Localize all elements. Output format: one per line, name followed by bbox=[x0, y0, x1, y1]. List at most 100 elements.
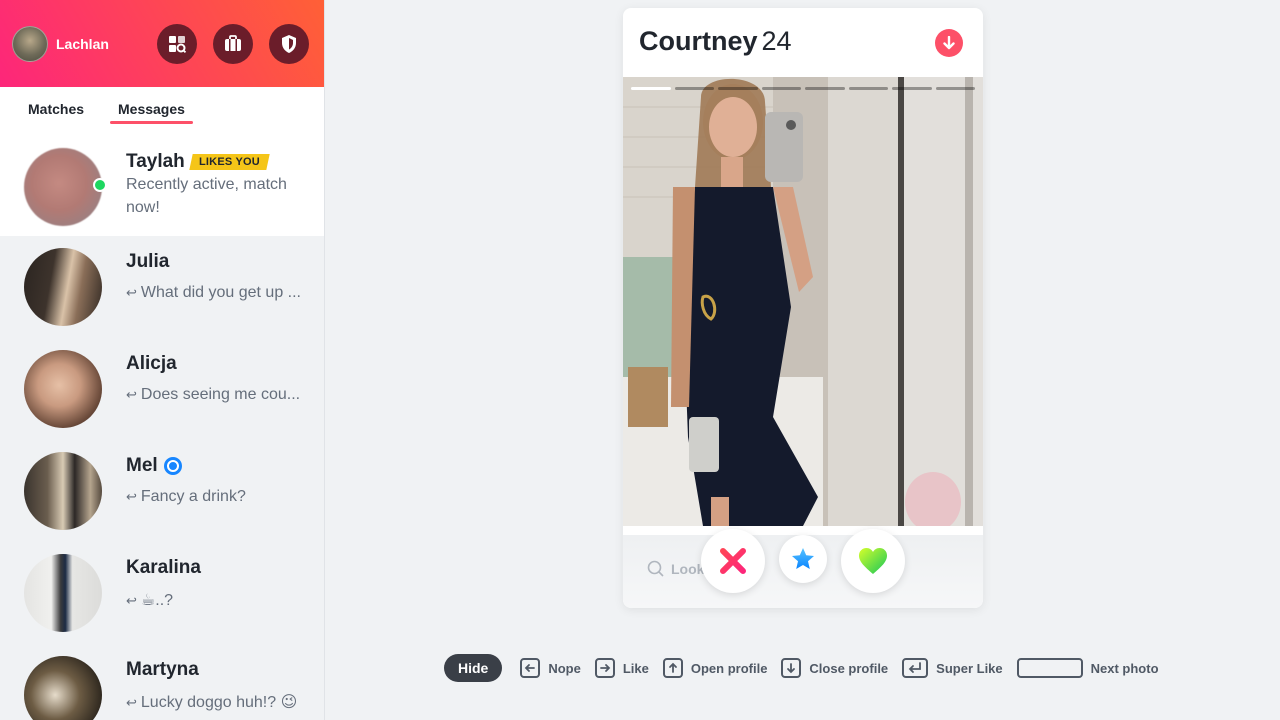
match-name: Karalina bbox=[126, 557, 201, 578]
search-icon bbox=[647, 560, 664, 577]
message-preview-text: What did you get up ... bbox=[140, 284, 301, 301]
keyboard-shortcuts: Hide Nope Like Open profile Close profil… bbox=[444, 654, 1173, 682]
like-button[interactable] bbox=[841, 529, 905, 593]
arrow-right-icon bbox=[594, 658, 615, 678]
message-list: Taylah LIKES YOU Recently active, match … bbox=[0, 136, 324, 720]
sidebar-header: Lachlan bbox=[0, 0, 324, 87]
verified-icon bbox=[163, 457, 182, 475]
message-preview: ↩ Does seeing me cou... bbox=[126, 386, 311, 404]
shortcut-close-profile: Close profile bbox=[781, 658, 888, 678]
message-preview-text: Fancy a drink? bbox=[140, 488, 246, 505]
close-profile-button[interactable] bbox=[935, 29, 963, 57]
tab-bar: Matches Messages bbox=[0, 87, 324, 136]
search-hint[interactable]: Look bbox=[647, 560, 704, 578]
enter-icon bbox=[902, 658, 929, 678]
message-preview: ↩ ☕..? bbox=[126, 590, 311, 610]
shortcut-super-like: Super Like bbox=[902, 658, 1003, 678]
match-name: Mel bbox=[126, 455, 182, 477]
message-preview-text: Lucky doggo huh!? 😉 bbox=[140, 694, 298, 711]
sidebar: Lachlan Matches Messages Taylah LIKES YO… bbox=[0, 0, 325, 720]
nope-button[interactable] bbox=[701, 529, 765, 593]
photo-progress-bar[interactable] bbox=[674, 87, 714, 90]
match-name: Martyna bbox=[126, 659, 199, 680]
shortcut-label: Close profile bbox=[809, 660, 889, 676]
shortcut-like: Like bbox=[594, 658, 649, 678]
user-name[interactable]: Lachlan bbox=[56, 36, 109, 52]
briefcase-icon bbox=[225, 35, 241, 51]
arrow-down-icon bbox=[943, 36, 955, 50]
tab-messages[interactable]: Messages bbox=[110, 101, 193, 124]
message-preview-text: ☕..? bbox=[140, 592, 174, 609]
photo-progress-bar[interactable] bbox=[935, 87, 975, 90]
safety-button[interactable] bbox=[269, 24, 309, 64]
search-hint-text: Look bbox=[671, 561, 705, 577]
message-preview: Recently active, match now! bbox=[126, 176, 287, 216]
card-header: Courtney 24 bbox=[623, 8, 983, 77]
shortcut-label: Open profile bbox=[690, 660, 768, 676]
reply-arrow-icon: ↩ bbox=[126, 285, 137, 300]
photo-progress-bar[interactable] bbox=[631, 87, 671, 90]
avatar bbox=[24, 554, 102, 632]
match-name: Taylah LIKES YOU bbox=[126, 151, 270, 173]
shortcut-label: Like bbox=[622, 660, 649, 676]
arrow-up-icon bbox=[662, 658, 683, 678]
list-item-martyna[interactable]: Martyna ↩ Lucky doggo huh!? 😉 bbox=[0, 644, 324, 720]
reply-arrow-icon: ↩ bbox=[126, 593, 137, 608]
heart-icon bbox=[859, 548, 887, 574]
profile-card[interactable]: Courtney 24 Look bbox=[623, 8, 983, 608]
shortcut-label: Next photo bbox=[1090, 660, 1159, 676]
photo-progress-bar[interactable] bbox=[761, 87, 801, 90]
star-icon bbox=[792, 548, 814, 569]
profile-photo-image bbox=[623, 77, 983, 526]
photo-progress-bar[interactable] bbox=[718, 87, 758, 90]
avatar bbox=[24, 452, 102, 530]
avatar bbox=[24, 350, 102, 428]
user-avatar[interactable] bbox=[12, 26, 48, 62]
message-preview: ↩ What did you get up ... bbox=[126, 284, 311, 302]
list-item-mel[interactable]: Mel ↩ Fancy a drink? bbox=[0, 440, 324, 542]
photo-progress-bar[interactable] bbox=[892, 87, 932, 90]
tab-matches[interactable]: Matches bbox=[28, 101, 84, 117]
space-icon bbox=[1016, 658, 1083, 678]
message-preview-text: Does seeing me cou... bbox=[140, 386, 301, 403]
shortcut-label: Super Like bbox=[936, 660, 1003, 676]
match-name-text: Mel bbox=[126, 455, 158, 476]
message-preview: ↩ Fancy a drink? bbox=[126, 488, 311, 506]
photo-progress-bar[interactable] bbox=[805, 87, 845, 90]
list-item-julia[interactable]: Julia ↩ What did you get up ... bbox=[0, 236, 324, 338]
online-indicator bbox=[93, 178, 107, 192]
match-name: Julia bbox=[126, 251, 170, 272]
list-item-taylah[interactable]: Taylah LIKES YOU Recently active, match … bbox=[0, 136, 324, 236]
match-name-text: Taylah bbox=[126, 151, 185, 172]
message-preview: ↩ Lucky doggo huh!? 😉 bbox=[126, 692, 311, 712]
explore-icon bbox=[169, 36, 187, 53]
shortcut-open-profile: Open profile bbox=[662, 658, 768, 678]
photo-progress-bar[interactable] bbox=[848, 87, 888, 90]
list-item-alicja[interactable]: Alicja ↩ Does seeing me cou... bbox=[0, 338, 324, 440]
avatar bbox=[24, 248, 102, 326]
profile-age: 24 bbox=[761, 26, 792, 56]
list-item-karalina[interactable]: Karalina ↩ ☕..? bbox=[0, 542, 324, 644]
reply-arrow-icon: ↩ bbox=[126, 387, 137, 402]
avatar bbox=[24, 656, 102, 720]
reply-arrow-icon: ↩ bbox=[126, 695, 137, 710]
work-mode-button[interactable] bbox=[213, 24, 253, 64]
profile-name-text: Courtney bbox=[639, 26, 758, 56]
likes-you-badge-text: LIKES YOU bbox=[198, 156, 260, 168]
likes-you-badge: LIKES YOU bbox=[189, 154, 270, 170]
super-like-button[interactable] bbox=[779, 535, 827, 583]
profile-photo[interactable] bbox=[623, 77, 983, 526]
photo-progress bbox=[631, 87, 975, 90]
match-name: Alicja bbox=[126, 353, 177, 374]
avatar bbox=[24, 148, 102, 226]
shortcut-label: Nope bbox=[548, 660, 581, 676]
arrow-left-icon bbox=[520, 658, 541, 678]
hide-shortcuts-button[interactable]: Hide bbox=[444, 654, 503, 682]
shortcut-nope: Nope bbox=[520, 658, 581, 678]
reply-arrow-icon: ↩ bbox=[126, 489, 137, 504]
close-icon bbox=[720, 548, 746, 574]
shield-icon bbox=[282, 35, 296, 53]
profile-name: Courtney 24 bbox=[639, 26, 792, 57]
shortcut-next-photo: Next photo bbox=[1016, 658, 1159, 678]
explore-button[interactable] bbox=[157, 24, 197, 64]
